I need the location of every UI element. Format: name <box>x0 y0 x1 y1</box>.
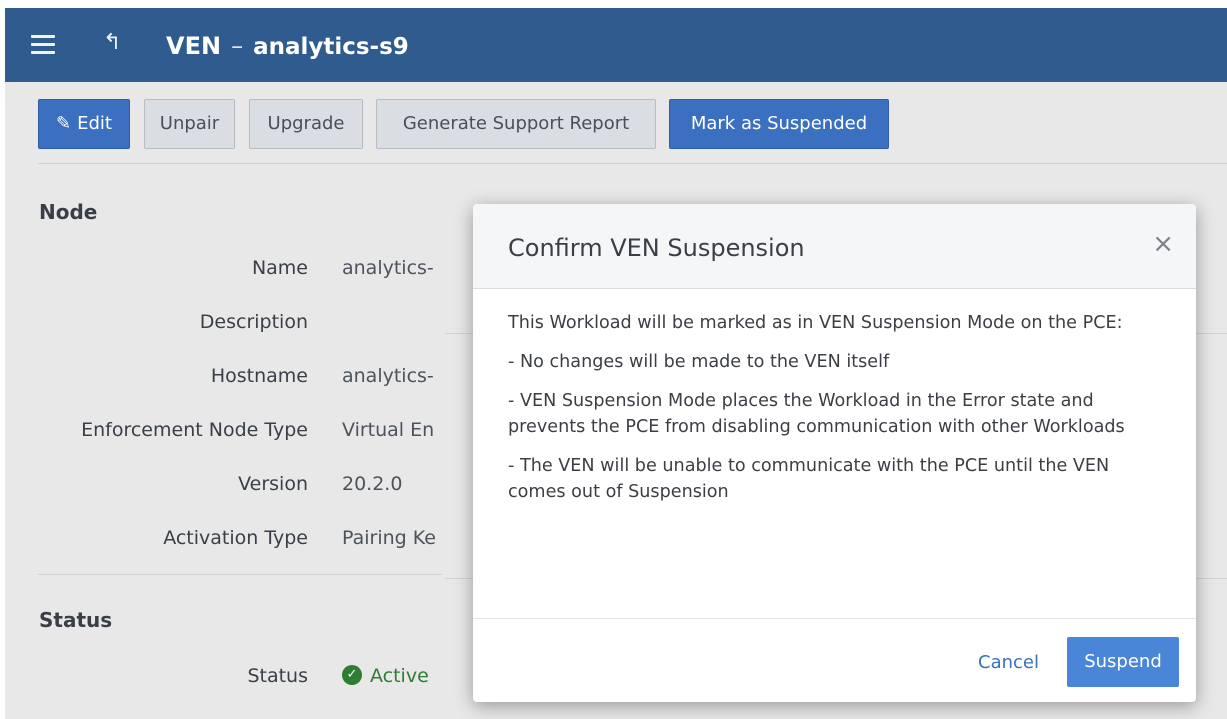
activation-type-label: Activation Type <box>163 527 308 549</box>
confirm-suspension-dialog: Confirm VEN Suspension × This Workload w… <box>473 204 1196 702</box>
check-circle-icon: ✓ <box>342 665 362 685</box>
edit-button[interactable]: ✎ Edit <box>38 99 130 149</box>
menu-icon[interactable] <box>31 35 55 55</box>
suspend-button[interactable]: Suspend <box>1067 637 1179 687</box>
generate-support-report-button[interactable]: Generate Support Report <box>376 99 656 149</box>
edit-button-label: Edit <box>77 113 112 134</box>
close-icon[interactable]: × <box>1152 229 1174 259</box>
unpair-button[interactable]: Unpair <box>144 99 235 149</box>
dialog-footer: Cancel Suspend <box>473 618 1196 702</box>
dialog-paragraph: - VEN Suspension Mode places the Workloa… <box>508 391 1125 437</box>
upgrade-button[interactable]: Upgrade <box>249 99 363 149</box>
name-label: Name <box>251 257 308 279</box>
pencil-icon: ✎ <box>56 113 72 134</box>
hostname-label: Hostname <box>210 365 308 387</box>
dialog-title: Confirm VEN Suspension <box>508 234 805 262</box>
version-label: Version <box>238 473 308 495</box>
dialog-body: This Workload will be marked as in VEN S… <box>508 310 1168 518</box>
title-prefix: VEN <box>166 32 222 60</box>
mark-as-suspended-button[interactable]: Mark as Suspended <box>669 99 889 149</box>
hostname-value: analytics- <box>342 365 434 387</box>
enforcement-node-type-value: Virtual En <box>342 419 435 441</box>
dialog-paragraph: - The VEN will be unable to communicate … <box>508 456 1110 502</box>
title-name: analytics-s9 <box>253 34 409 60</box>
cancel-button[interactable]: Cancel <box>978 652 1039 673</box>
version-value: 20.2.0 <box>342 473 403 495</box>
status-section-title: Status <box>39 608 113 632</box>
name-value: analytics- <box>342 257 434 279</box>
node-section-title: Node <box>39 200 98 224</box>
enforcement-node-type-label: Enforcement Node Type <box>81 419 308 441</box>
dialog-paragraph: - No changes will be made to the VEN its… <box>508 352 890 372</box>
divider <box>38 574 442 575</box>
status-value: ✓ Active <box>342 665 448 687</box>
status-label: Status <box>247 665 308 687</box>
activation-type-value: Pairing Ke <box>342 527 436 549</box>
description-label: Description <box>199 311 308 333</box>
title-separator: – <box>231 32 244 60</box>
divider <box>38 163 1227 164</box>
top-bar: ↰ VEN – analytics-s9 <box>5 8 1227 82</box>
dialog-header: Confirm VEN Suspension × <box>473 204 1196 289</box>
back-arrow-icon[interactable]: ↰ <box>103 28 121 58</box>
page-title: VEN – analytics-s9 <box>166 31 409 62</box>
dialog-paragraph: This Workload will be marked as in VEN S… <box>508 313 1123 333</box>
status-text: Active <box>370 665 429 687</box>
